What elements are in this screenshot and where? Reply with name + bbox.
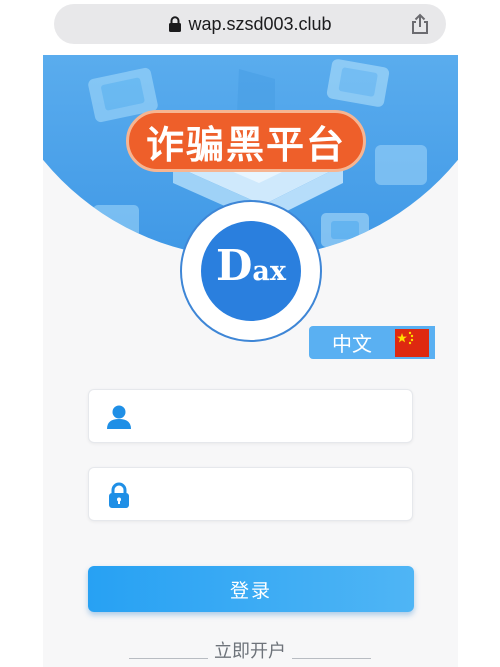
url-text: wap.szsd003.club	[188, 13, 332, 34]
china-flag-icon	[395, 328, 429, 357]
url-container: wap.szsd003.club	[54, 4, 446, 44]
logo-badge: D ax	[201, 221, 301, 321]
browser-address-bar[interactable]: wap.szsd003.club	[54, 4, 446, 44]
lock-icon	[109, 482, 129, 508]
language-selector[interactable]: 中文	[309, 326, 435, 359]
password-field[interactable]	[88, 467, 413, 521]
password-input[interactable]	[145, 468, 405, 520]
divider-left	[129, 657, 208, 659]
logo-letters-ax: ax	[252, 256, 286, 287]
scam-warning-banner: 诈骗黑平台	[126, 110, 366, 172]
username-input[interactable]	[145, 390, 405, 442]
register-link[interactable]: 立即开户	[208, 637, 292, 663]
scam-warning-text: 诈骗黑平台	[145, 122, 346, 167]
username-field[interactable]	[88, 389, 413, 443]
user-icon	[107, 405, 131, 429]
lock-icon	[169, 16, 182, 32]
share-icon[interactable]	[410, 13, 430, 35]
login-button-label: 登录	[229, 579, 272, 602]
register-link-row: 立即开户	[129, 636, 371, 664]
language-label: 中文	[332, 332, 372, 356]
login-button[interactable]: 登录	[88, 566, 414, 612]
app-page: 诈骗黑平台 D ax 中文 登录 立即开户	[43, 55, 458, 667]
divider-right	[292, 657, 371, 659]
brand-logo: D ax	[180, 200, 322, 342]
logo-letter-d: D	[215, 241, 253, 290]
